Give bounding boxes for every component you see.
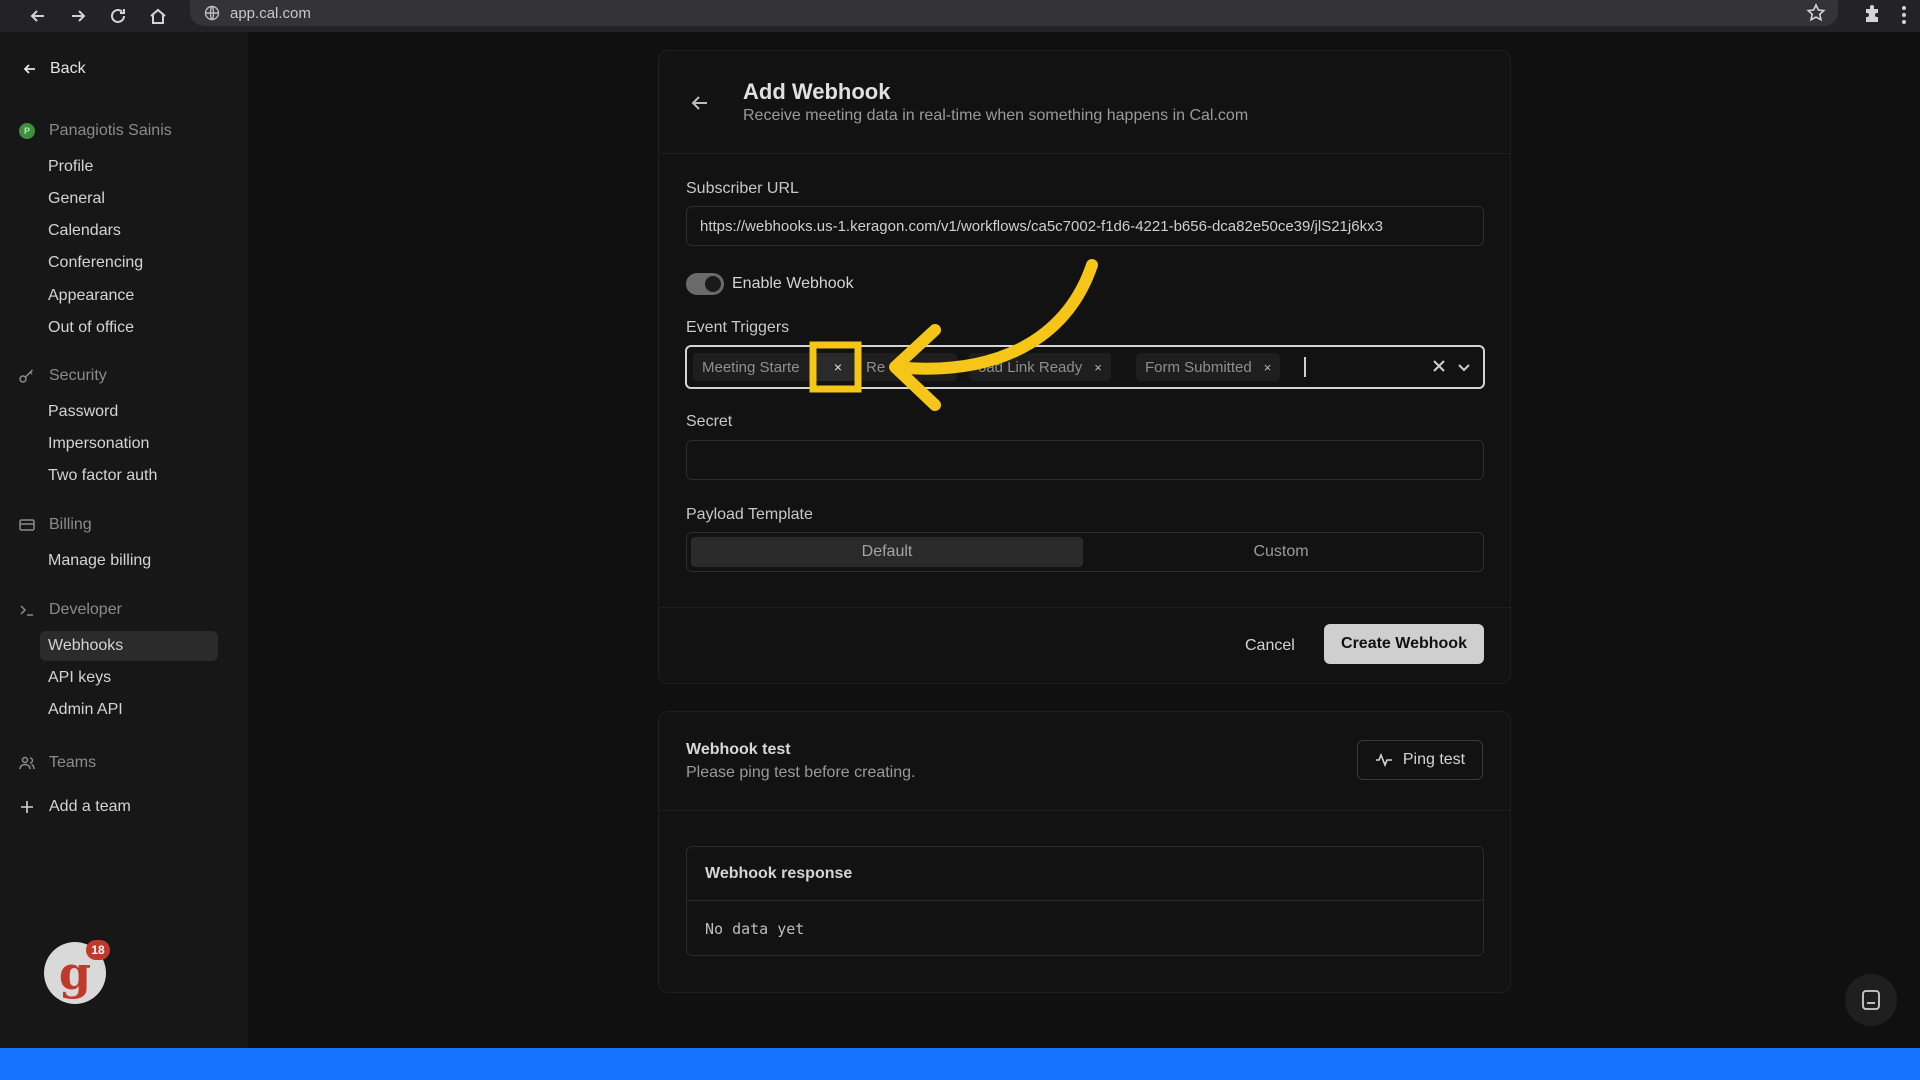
webhook-response-body: No data yet [705,920,805,938]
url-text[interactable]: app.cal.com [230,5,311,22]
payload-option-custom[interactable]: Custom [1085,537,1477,567]
sidebar-item-admin-api[interactable]: Admin API [48,701,123,719]
webhook-test-header: Webhook test Please ping test before cre… [659,712,1510,811]
trigger-chip-label: Meeting Starte [702,358,800,376]
event-triggers-label: Event Triggers [686,319,790,336]
address-bar[interactable]: app.cal.com [190,0,1838,26]
sidebar-item-impersonation[interactable]: Impersonation [48,435,149,453]
key-icon [18,367,36,385]
sidebar-item-two-factor-auth[interactable]: Two factor auth [48,467,157,485]
cancel-button[interactable]: Cancel [1245,637,1295,655]
event-triggers-multiselect[interactable]: Meeting Starte × Re oad Link Ready × For… [685,345,1485,389]
users-icon [18,754,36,772]
notification-badge: 18 [86,940,110,960]
arrow-left-icon [23,64,35,74]
developer-label: Developer [49,601,122,618]
billing-section-header: Billing [18,516,92,534]
webhook-test-subtitle: Please ping test before creating. [686,764,916,781]
bookmark-star-icon[interactable] [1806,3,1826,23]
trigger-chip-form-submitted: Form Submitted × [1136,353,1281,381]
secret-input[interactable] [686,440,1484,480]
webhook-test-title: Webhook test [686,741,791,758]
arrow-left-icon[interactable] [689,92,711,114]
sidebar-item-api-keys[interactable]: API keys [48,669,111,687]
payload-template-label: Payload Template [686,506,813,523]
bottom-accent-bar [0,1048,1920,1080]
browser-home-icon[interactable] [138,0,178,32]
site-info-icon[interactable] [204,5,220,21]
browser-toolbar: app.cal.com [0,0,1920,32]
user-avatar: P [19,123,35,139]
sidebar-item-calendars[interactable]: Calendars [48,222,121,240]
enable-webhook-toggle[interactable] [686,273,724,295]
ping-test-button[interactable]: Ping test [1357,740,1483,780]
sidebar-item-appearance[interactable]: Appearance [48,287,134,305]
activity-icon [1375,752,1392,768]
sidebar-item-manage-billing[interactable]: Manage billing [48,552,151,570]
credit-card-icon [18,516,36,534]
trigger-chip-download-link-ready: oad Link Ready × [969,353,1111,381]
webhook-response-header: Webhook response [687,847,1483,901]
billing-label: Billing [49,516,92,533]
secret-label: Secret [686,413,733,430]
trigger-chip-label: Re [866,358,886,376]
subscriber-url-input[interactable]: https://webhooks.us-1.keragon.com/v1/wor… [686,206,1484,246]
sidebar-item-profile[interactable]: Profile [48,158,93,176]
security-section-header: Security [18,367,107,385]
ping-test-label: Ping test [1402,751,1466,768]
subscriber-url-value: https://webhooks.us-1.keragon.com/v1/wor… [700,218,1383,235]
payload-template-toggle: Default Custom [686,532,1484,572]
trigger-chip-label: Form Submitted [1145,358,1252,376]
developer-section-header: Developer [18,601,122,619]
webhook-response-title: Webhook response [705,865,853,882]
close-icon[interactable]: × [1264,360,1272,375]
toggle-knob [705,276,721,292]
browser-back-icon[interactable] [18,0,58,32]
browser-reload-icon[interactable] [98,0,138,32]
back-label: Back [50,60,86,77]
sidebar-item-password[interactable]: Password [48,403,118,421]
teams-section-header: Teams [18,754,96,772]
add-team-label: Add a team [49,798,131,815]
subscriber-url-label: Subscriber URL [686,180,799,197]
trigger-chip-partial: Re [857,353,957,381]
sidebar-item-out-of-office[interactable]: Out of office [48,319,134,337]
webhook-response-panel: Webhook response No data yet [686,846,1484,956]
trigger-chip-label: oad Link Ready [978,358,1083,376]
settings-sidebar: Back P Panagiotis Sainis Profile General… [0,32,248,1048]
terminal-icon [18,601,36,619]
user-section-header: P Panagiotis Sainis [18,122,172,140]
form-footer: Cancel Create Webhook [659,607,1510,685]
security-label: Security [49,367,107,384]
chevron-down-icon[interactable] [1455,358,1473,376]
remove-trigger-button[interactable]: × [813,353,863,381]
teams-label: Teams [49,754,97,771]
plus-icon [18,798,36,816]
webhook-test-card: Webhook test Please ping test before cre… [658,711,1511,993]
page-subtitle: Receive meeting data in real-time when s… [743,107,1249,124]
add-team-button[interactable]: Add a team [18,798,131,816]
clear-all-icon[interactable] [1431,358,1447,374]
card-header: Add Webhook Receive meeting data in real… [659,51,1510,154]
add-webhook-card: Add Webhook Receive meeting data in real… [658,50,1511,684]
close-icon[interactable]: × [1094,360,1102,375]
sidebar-item-general[interactable]: General [48,190,105,208]
payload-option-default[interactable]: Default [691,537,1083,567]
back-link[interactable]: Back [22,60,86,78]
enable-webhook-label: Enable Webhook [732,275,854,292]
text-caret [1304,357,1306,377]
chat-icon [1862,990,1880,1010]
extensions-puzzle-icon[interactable] [1862,4,1884,26]
close-icon: × [833,359,843,375]
create-webhook-button[interactable]: Create Webhook [1324,624,1484,664]
chat-support-button[interactable] [1845,974,1897,1026]
user-name: Panagiotis Sainis [49,122,172,139]
page-title: Add Webhook [743,79,891,104]
browser-forward-icon[interactable] [58,0,98,32]
browser-menu-icon[interactable] [1898,4,1910,26]
sidebar-item-webhooks[interactable]: Webhooks [48,637,123,655]
sidebar-item-conferencing[interactable]: Conferencing [48,254,143,272]
